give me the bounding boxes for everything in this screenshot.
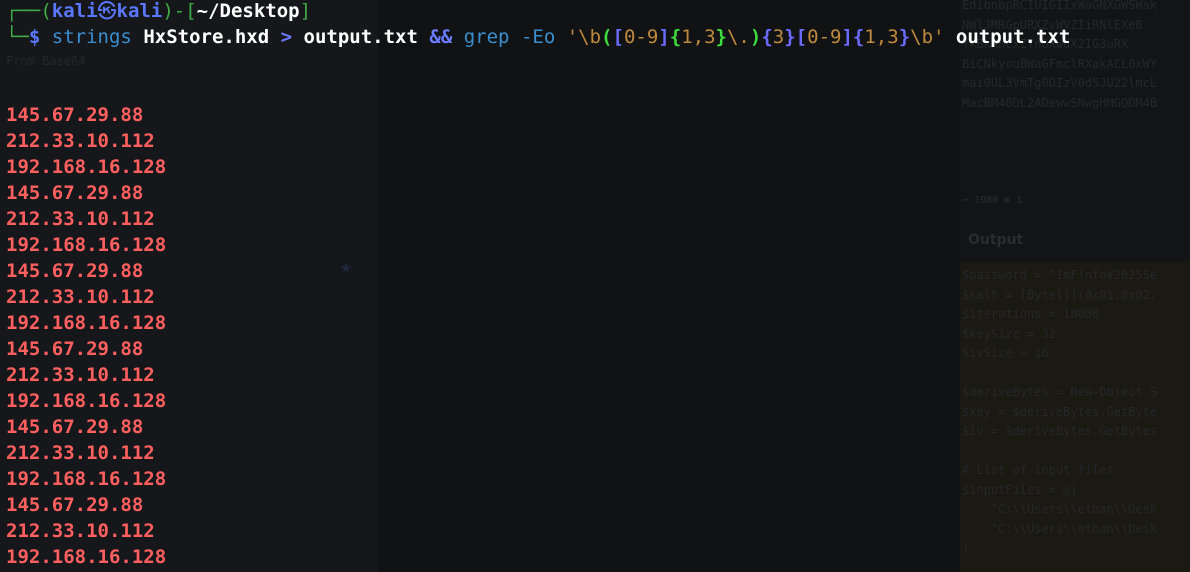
regex-part: ]	[841, 26, 853, 48]
regex-part: {	[669, 26, 682, 48]
output-line-ip: 212.33.10.112	[6, 520, 155, 542]
regex-part: ]	[658, 26, 670, 48]
command-regex-pattern: '\b([0-9]{1,3}\.){3}[0-9]{1,3}\b'	[567, 26, 945, 48]
regex-part: }	[784, 26, 796, 48]
command-and-operator: &&	[429, 26, 453, 48]
command-grep-flag: -Eo	[520, 26, 556, 48]
output-line-ip: 145.67.29.88	[6, 338, 144, 360]
terminal-window[interactable]: ┌──(kali㉿kali)-[~/Desktop] └─$ strings H…	[0, 0, 1190, 572]
output-line-ip: 212.33.10.112	[6, 442, 155, 464]
output-line-ip: 192.168.16.128	[6, 390, 167, 412]
prompt-user: kali	[51, 0, 98, 22]
kali-icon: ㉿	[97, 0, 117, 22]
regex-part: \.	[726, 26, 750, 48]
regex-part: 3	[772, 26, 785, 48]
regex-part: }	[898, 26, 911, 48]
output-line-ip: 212.33.10.112	[6, 208, 155, 230]
output-line-ip: 212.33.10.112	[6, 130, 155, 152]
prompt-path: ~/Desktop	[196, 0, 300, 22]
output-line-ip: 192.168.16.128	[6, 312, 167, 334]
output-line-ip: 192.168.16.128	[6, 156, 167, 178]
regex-part: 0-9	[807, 26, 842, 48]
regex-part: \b'	[910, 26, 945, 48]
output-line-ip: 145.67.29.88	[6, 104, 144, 126]
regex-part: (	[601, 26, 613, 48]
command-strings: strings	[51, 26, 132, 48]
prompt-bracket-mid: )-[	[162, 0, 197, 22]
regex-part: 0-9	[623, 26, 659, 48]
regex-part: )	[749, 26, 762, 48]
prompt-dollar: $	[28, 26, 41, 48]
regex-part: 1,3	[681, 26, 716, 48]
regex-part: '\b	[566, 26, 602, 48]
command-grep-file-arg: output.txt	[955, 26, 1071, 48]
command-outfile: output.txt	[303, 26, 418, 48]
regex-part: 1,3	[864, 26, 899, 48]
command-output: 145.67.29.88 212.33.10.112 192.168.16.12…	[6, 102, 166, 570]
prompt-bracket-open: ┌──(	[6, 0, 52, 22]
output-line-ip: 145.67.29.88	[6, 182, 144, 204]
output-line-ip: 145.67.29.88	[6, 260, 144, 282]
regex-part: {	[852, 26, 865, 48]
command-grep: grep	[463, 26, 510, 48]
regex-part: [	[795, 26, 808, 48]
prompt-host: kali	[116, 0, 163, 22]
command-file-arg: HxStore.hxd	[143, 26, 270, 48]
output-line-ip: 212.33.10.112	[6, 286, 155, 308]
regex-part: }	[715, 26, 727, 48]
command-line[interactable]: └─$ strings HxStore.hxd > output.txt && …	[6, 24, 1070, 50]
output-line-ip: 192.168.16.128	[6, 468, 167, 490]
output-line-ip: 212.33.10.112	[6, 364, 155, 386]
output-line-ip: 192.168.16.128	[6, 234, 167, 256]
output-line-ip: 192.168.16.128	[6, 546, 167, 568]
output-line-ip: 145.67.29.88	[6, 494, 144, 516]
output-line-ip: 145.67.29.88	[6, 416, 144, 438]
prompt-line: ┌──(kali㉿kali)-[~/Desktop]	[6, 0, 311, 24]
regex-part: [	[612, 26, 624, 48]
regex-part: {	[761, 26, 773, 48]
prompt-bracket-close: ]	[299, 0, 312, 22]
command-redirect: >	[280, 26, 293, 48]
prompt-corner: └─	[6, 26, 29, 48]
